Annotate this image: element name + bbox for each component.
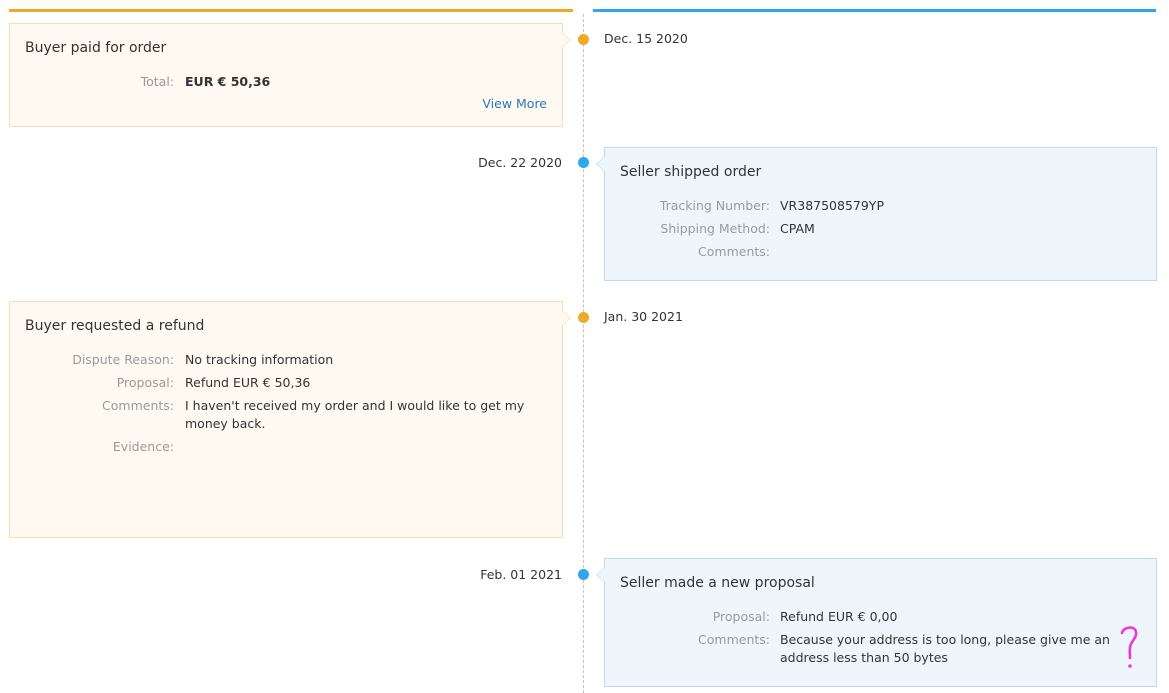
buyer-column-top-bar: [9, 9, 573, 12]
event-card-seller-shipped: Seller shipped order Tracking Number: VR…: [596, 147, 1157, 281]
timeline-dot-buyer: [578, 34, 589, 45]
field-label: Comments:: [698, 632, 770, 647]
question-mark-icon: [1120, 626, 1138, 668]
event-date: Jan. 30 2021: [604, 309, 683, 324]
field-label: Dispute Reason:: [72, 352, 174, 367]
field-value: VR387508579YP: [780, 198, 884, 213]
event-card-seller-new-proposal: Seller made a new proposal Proposal: Ref…: [596, 558, 1157, 687]
event-date: Dec. 22 2020: [478, 155, 562, 170]
field-value: Refund EUR € 0,00: [780, 609, 898, 624]
timeline-line: [583, 14, 584, 693]
field-value: EUR € 50,36: [185, 74, 271, 89]
field-label: Tracking Number:: [659, 198, 770, 213]
field-label: Total:: [140, 74, 174, 89]
event-title: Seller shipped order: [620, 164, 762, 180]
timeline-dot-seller: [578, 157, 589, 168]
event-title: Buyer requested a refund: [25, 318, 205, 334]
field-value: CPAM: [780, 221, 815, 236]
field-value: Refund EUR € 50,36: [185, 375, 311, 390]
timeline-dot-seller: [578, 569, 589, 580]
field-value: I haven't received my order and I would …: [185, 398, 525, 431]
event-date: Feb. 01 2021: [480, 567, 562, 582]
field-label: Evidence:: [112, 439, 174, 454]
timeline-dot-buyer: [578, 312, 589, 323]
event-title: Seller made a new proposal: [620, 575, 815, 591]
seller-column-top-bar: [593, 9, 1156, 12]
view-more-link[interactable]: View More: [482, 96, 547, 111]
field-label: Proposal:: [116, 375, 174, 390]
field-value: Because your address is too long, please…: [780, 632, 1110, 665]
event-card-buyer-paid: Buyer paid for order Total: EUR € 50,36 …: [9, 23, 571, 127]
field-label: Proposal:: [712, 609, 770, 624]
field-value: No tracking information: [185, 352, 334, 367]
field-label: Shipping Method:: [660, 221, 770, 236]
field-label: Comments:: [698, 244, 770, 259]
event-title: Buyer paid for order: [25, 40, 167, 56]
field-label: Comments:: [102, 398, 174, 413]
event-card-buyer-refund-request: Buyer requested a refund Dispute Reason:…: [9, 301, 571, 538]
event-date: Dec. 15 2020: [604, 31, 688, 46]
